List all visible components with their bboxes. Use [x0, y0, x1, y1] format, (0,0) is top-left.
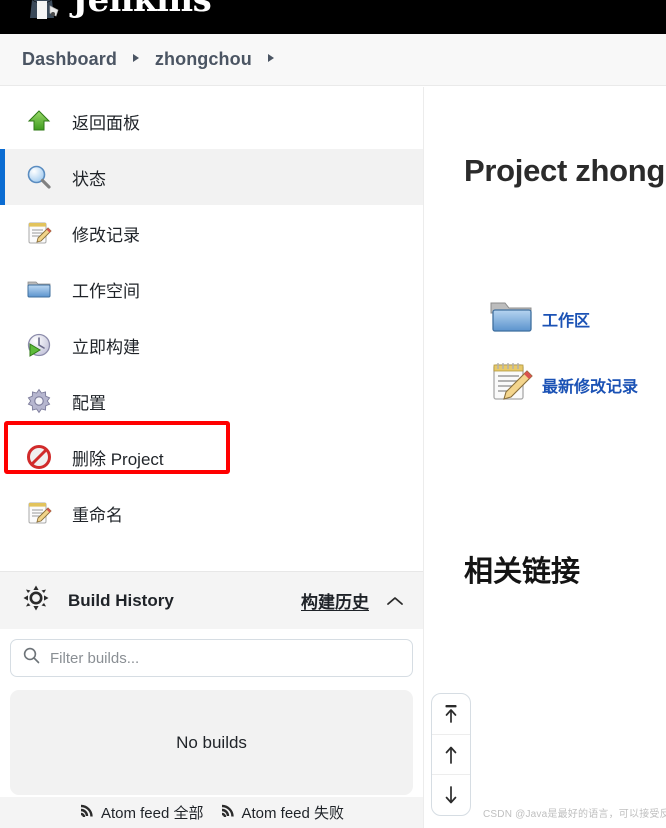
- atom-feed-failed-link[interactable]: Atom feed 失败: [220, 802, 345, 823]
- filter-builds-placeholder: Filter builds...: [50, 649, 140, 667]
- workspace-link-label: 工作区: [542, 312, 591, 330]
- breadcrumb-item-dashboard[interactable]: Dashboard: [22, 49, 117, 70]
- sidebar-item-label: 返回面板: [72, 113, 140, 133]
- task-list: 返回面板 状态 修改记录 工作空间 立即构建 配置 删除 Project 重命名: [0, 87, 423, 541]
- sidebar-item-label: 删除 Project: [72, 449, 164, 469]
- jenkins-brand-link[interactable]: Jenkins: [20, 0, 212, 26]
- atom-feed-footer: Atom feed 全部 Atom feed 失败: [0, 797, 423, 828]
- sidebar-item-workspace[interactable]: 工作空间: [0, 261, 423, 317]
- arrow-up-icon[interactable]: [432, 735, 470, 776]
- breadcrumb: Dashboard zhongchou: [0, 34, 666, 86]
- chevron-right-icon-2[interactable]: [252, 54, 290, 65]
- recent-changes-link-label: 最新修改记录: [542, 378, 639, 396]
- atom-feed-failed-label: Atom feed 失败: [241, 805, 345, 822]
- jenkins-project-page: Jenkins Dashboard zhongchou 返回面板 状态 修改记录…: [0, 0, 666, 828]
- sidebar-item-label: 修改记录: [72, 225, 140, 245]
- filter-builds-field[interactable]: Filter builds...: [10, 639, 413, 677]
- chevron-right-icon: [117, 54, 155, 65]
- arrow-down-icon[interactable]: [432, 775, 470, 815]
- page-title: Project zhongchou: [464, 152, 666, 188]
- workspace-link[interactable]: 工作区: [489, 297, 590, 340]
- search-icon: [23, 647, 40, 669]
- no-builds-panel: No builds: [10, 690, 413, 795]
- jump-to-top-icon[interactable]: [432, 694, 470, 735]
- rss-icon-2: [220, 803, 236, 823]
- notepad-pencil-icon: [22, 216, 56, 250]
- atom-feed-all-link[interactable]: Atom feed 全部: [79, 802, 204, 823]
- sidebar-item-back-to-dashboard[interactable]: 返回面板: [0, 93, 423, 149]
- sidebar-item-changes[interactable]: 修改记录: [0, 205, 423, 261]
- folder-icon: [22, 272, 56, 306]
- sidebar-item-label: 立即构建: [72, 337, 140, 357]
- gear-icon: [22, 384, 56, 418]
- build-history-header[interactable]: Build History 构建历史: [0, 571, 423, 629]
- sidebar-item-rename[interactable]: 重命名: [0, 485, 423, 541]
- rss-icon: [79, 803, 95, 823]
- sidebar-item-status[interactable]: 状态: [0, 149, 423, 205]
- top-navigation-bar: Jenkins: [0, 0, 666, 34]
- build-history-title: Build History: [68, 590, 174, 610]
- sidebar-item-label: 状态: [72, 169, 106, 189]
- no-builds-label: No builds: [176, 732, 247, 752]
- sidebar-item-delete-project[interactable]: 删除 Project: [0, 429, 423, 485]
- scroll-controls: [431, 693, 471, 816]
- build-history-sun-icon: [22, 584, 50, 617]
- delete-prohibition-icon: [22, 440, 56, 474]
- notepad-pencil-icon: [489, 359, 533, 410]
- filter-builds-box[interactable]: Filter builds...: [10, 639, 413, 677]
- related-links-heading: 相关链接: [464, 556, 581, 589]
- recent-changes-link[interactable]: 最新修改记录: [489, 359, 638, 410]
- green-up-arrow-icon: [22, 104, 56, 138]
- jenkins-brand-label: Jenkins: [72, 0, 212, 20]
- folder-icon: [489, 297, 533, 340]
- build-now-clock-play-icon: [22, 328, 56, 362]
- jenkins-butler-logo-icon: [20, 0, 64, 26]
- build-history-annotation: 构建历史: [301, 593, 369, 612]
- sidebar-item-build-now[interactable]: 立即构建: [0, 317, 423, 373]
- sidebar-item-label: 配置: [72, 393, 106, 413]
- magnifier-icon: [22, 160, 56, 194]
- sidebar-item-label: 重命名: [72, 505, 123, 525]
- chevron-up-icon[interactable]: [385, 591, 405, 611]
- atom-feed-all-label: Atom feed 全部: [100, 805, 204, 822]
- sidebar-item-label: 工作空间: [72, 281, 140, 301]
- watermark-text: CSDN @Java是最好的语言，可以接受反驳: [483, 809, 666, 820]
- rename-notepad-pencil-icon: [22, 496, 56, 530]
- sidebar-item-configure[interactable]: 配置: [0, 373, 423, 429]
- breadcrumb-item-zhongchou[interactable]: zhongchou: [155, 49, 252, 70]
